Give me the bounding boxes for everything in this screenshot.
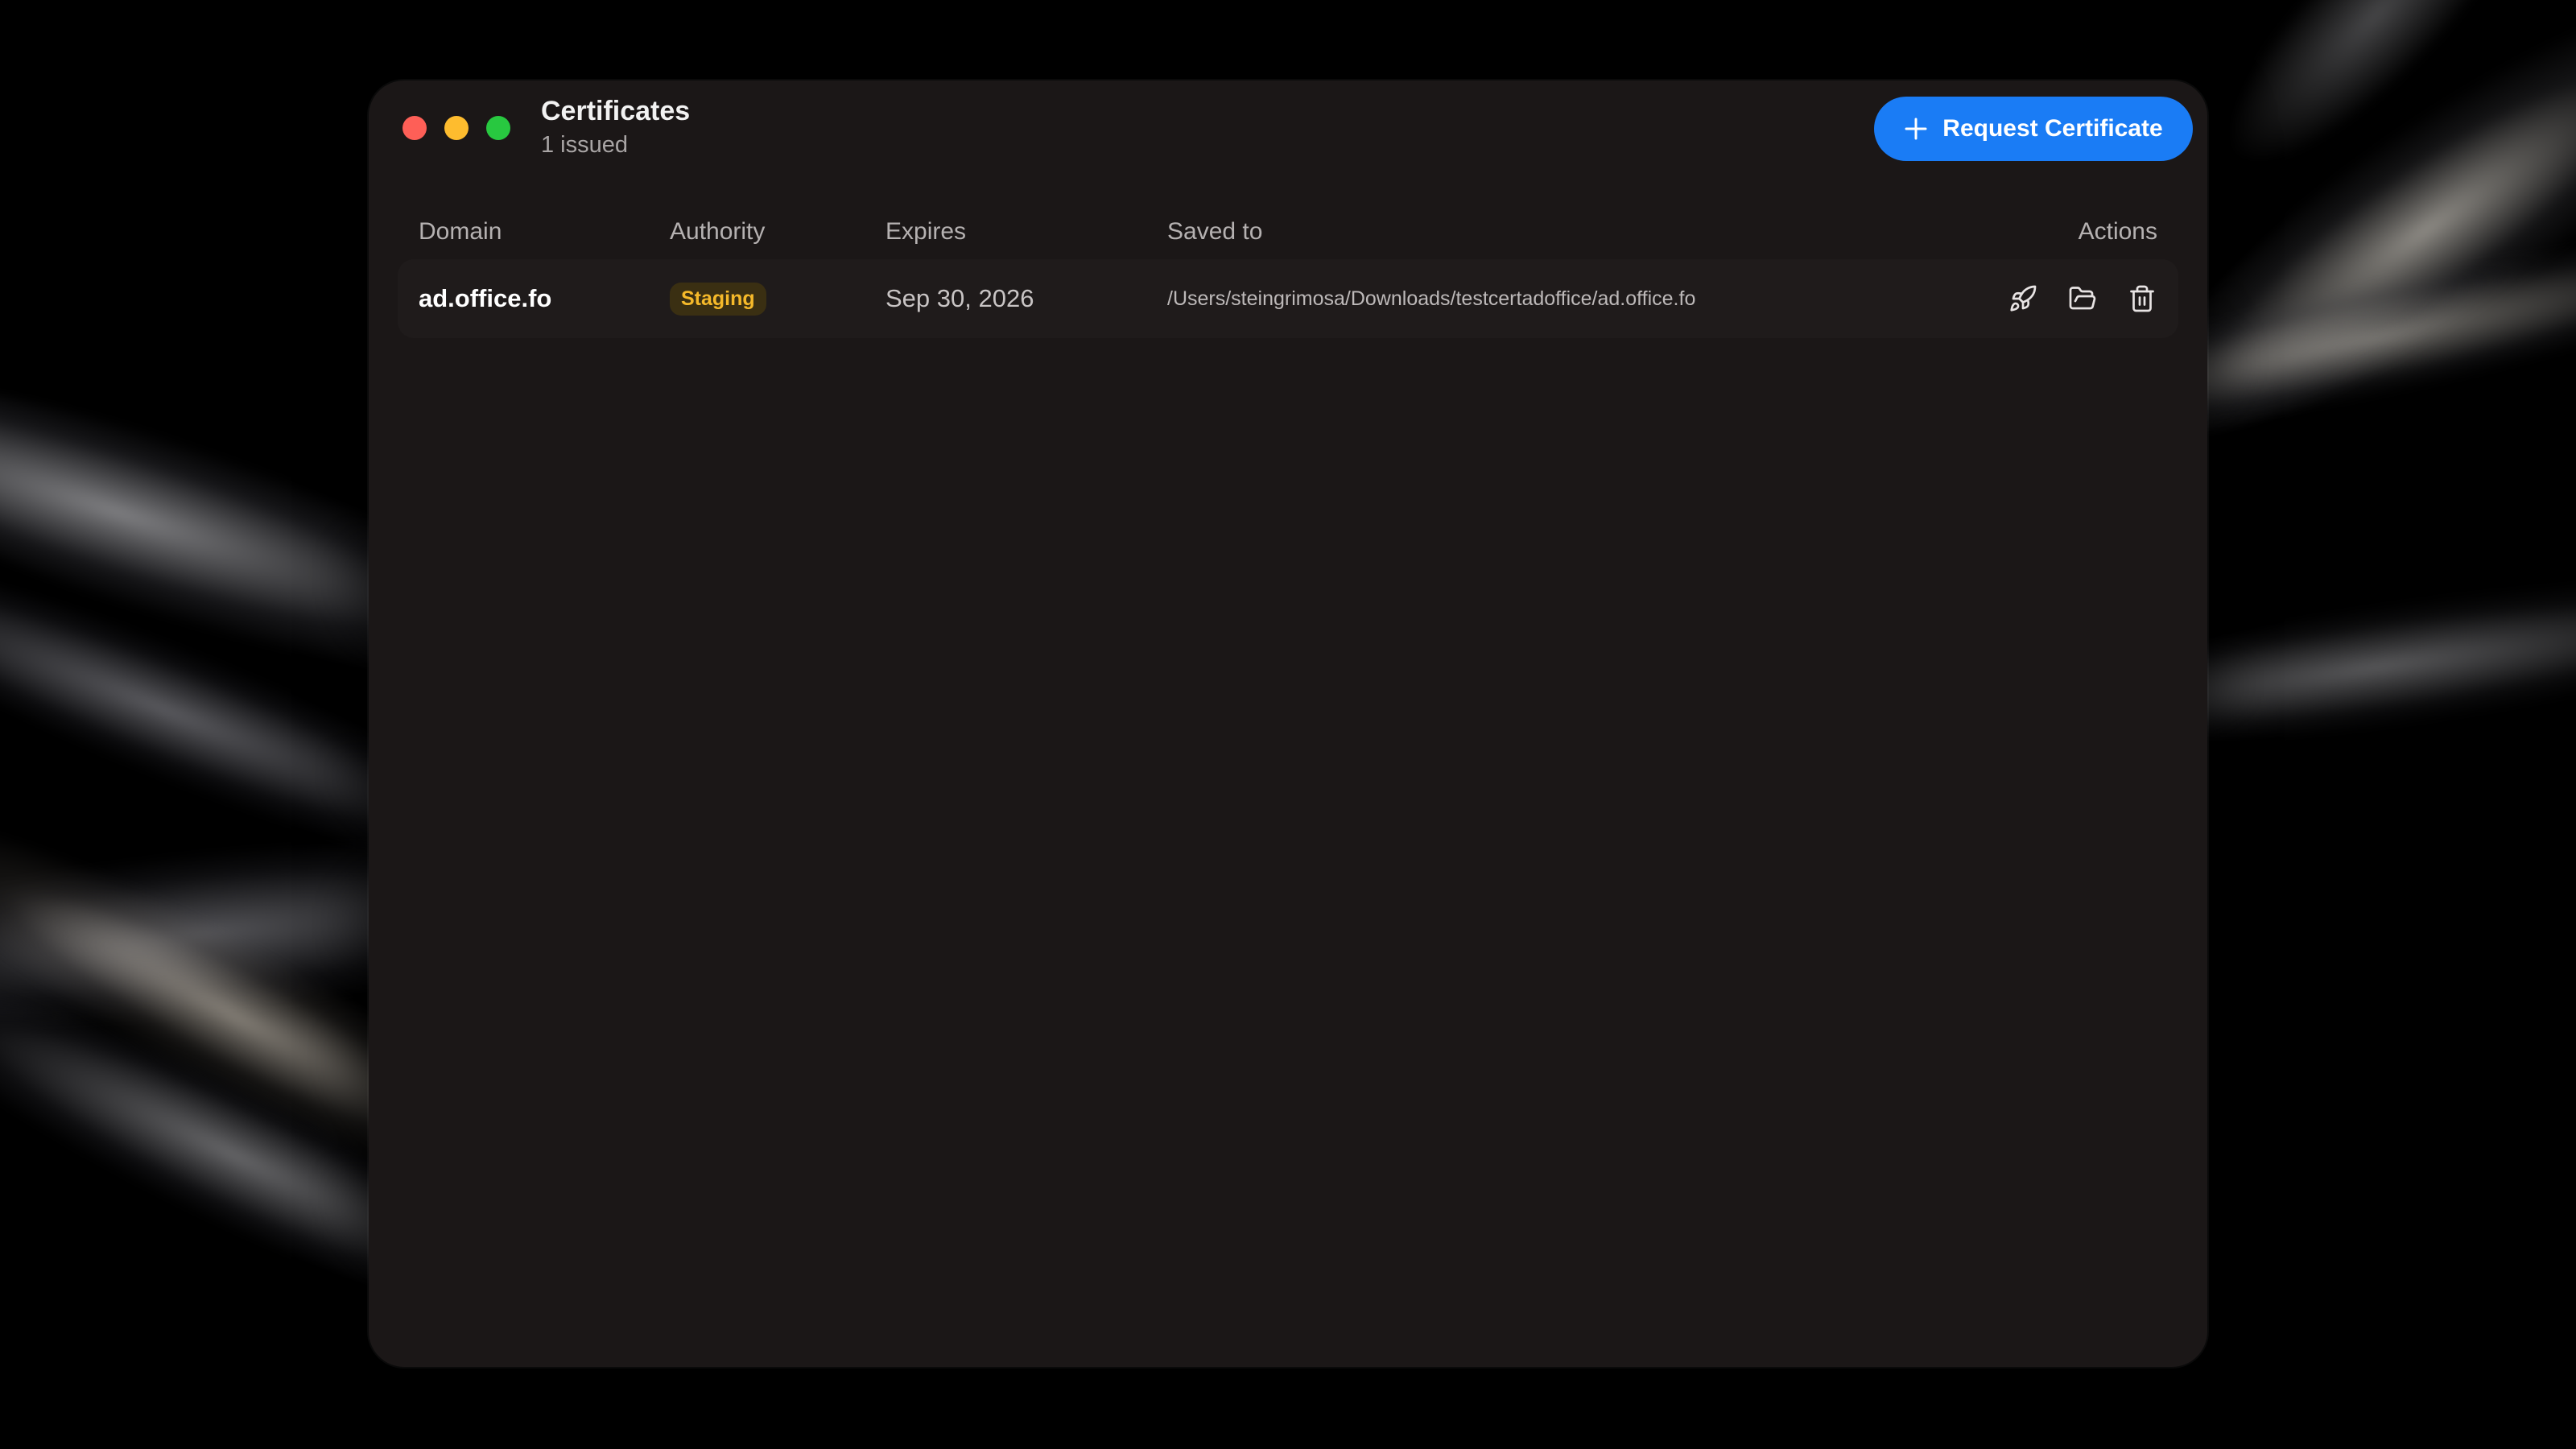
certificates-window: Certificates 1 issued Request Certificat… bbox=[369, 80, 2207, 1367]
row-saved-path: /Users/steingrimosa/Downloads/testcertad… bbox=[1167, 287, 1696, 310]
issued-count: 1 issued bbox=[541, 132, 629, 158]
window-controls bbox=[402, 116, 510, 140]
row-domain: ad.office.fo bbox=[419, 284, 552, 312]
trash-icon bbox=[2130, 285, 2154, 312]
rocket-icon bbox=[2010, 285, 2037, 312]
request-certificate-label: Request Certificate bbox=[1942, 115, 2163, 142]
deploy-button[interactable] bbox=[2008, 283, 2038, 314]
desktop: Certificates 1 issued Request Certificat… bbox=[0, 0, 2576, 1449]
header-saved-to: Saved to bbox=[1167, 218, 1263, 245]
open-folder-button[interactable] bbox=[2067, 283, 2098, 314]
header-authority: Authority bbox=[670, 218, 766, 245]
zoom-window-button[interactable] bbox=[486, 116, 510, 140]
minimize-window-button[interactable] bbox=[444, 116, 469, 140]
request-certificate-button[interactable]: Request Certificate bbox=[1874, 97, 2193, 161]
header-expires: Expires bbox=[886, 218, 967, 245]
folder-open-icon bbox=[2069, 287, 2096, 310]
table-row[interactable]: ad.office.fo Staging Sep 30, 2026 /Users… bbox=[398, 259, 2178, 338]
row-authority: Staging bbox=[670, 259, 766, 338]
delete-button[interactable] bbox=[2127, 283, 2157, 314]
plus-icon bbox=[1904, 117, 1928, 141]
header-actions: Actions bbox=[2078, 218, 2157, 245]
title-block: Certificates 1 issued bbox=[541, 93, 690, 161]
page-title: Certificates bbox=[541, 96, 691, 126]
row-actions bbox=[2008, 259, 2157, 338]
row-expires: Sep 30, 2026 bbox=[886, 284, 1034, 312]
close-window-button[interactable] bbox=[402, 116, 427, 140]
header-domain: Domain bbox=[419, 218, 502, 245]
authority-badge: Staging bbox=[670, 282, 766, 316]
table-header: Domain Authority Expires Saved to Action… bbox=[419, 216, 2157, 248]
